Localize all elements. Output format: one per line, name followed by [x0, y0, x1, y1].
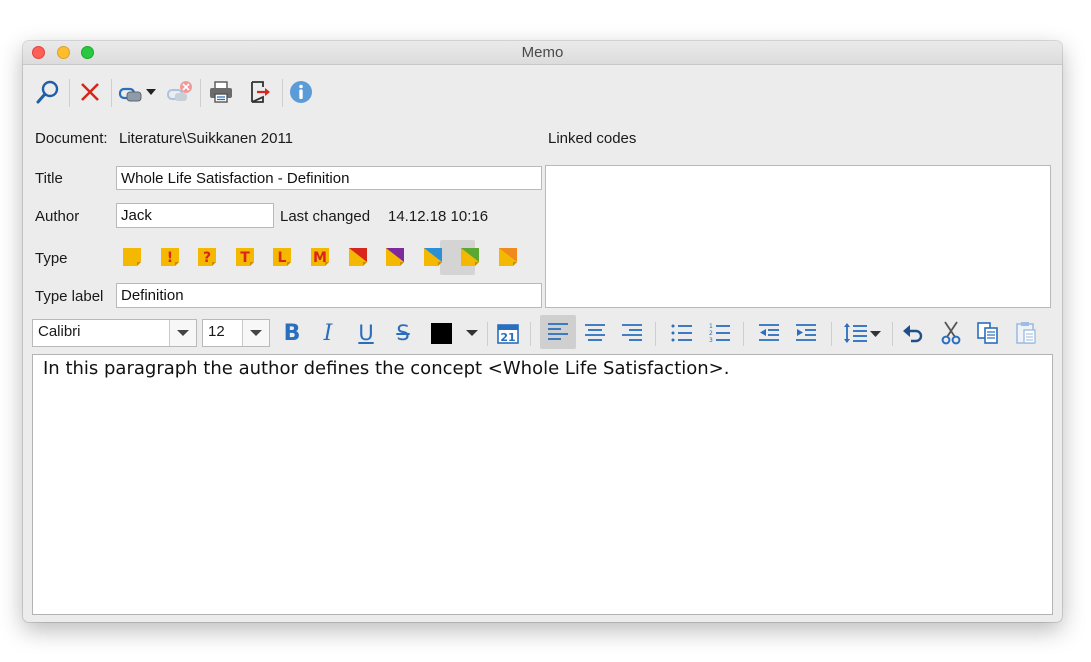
- insert-date-button[interactable]: 21: [493, 318, 523, 348]
- memo-text: In this paragraph the author defines the…: [43, 358, 730, 379]
- linked-codes-list[interactable]: [545, 165, 1051, 308]
- title-bar: Memo: [23, 41, 1062, 65]
- chevron-down-icon: [465, 330, 478, 336]
- line-spacing-icon: [844, 323, 881, 343]
- numbered-list-icon: 123: [709, 323, 730, 343]
- svg-text:1: 1: [709, 323, 713, 330]
- svg-text:21: 21: [500, 331, 515, 344]
- window-title: Memo: [521, 44, 564, 61]
- export-icon[interactable]: [245, 77, 275, 107]
- underline-icon: U: [358, 321, 374, 345]
- text-color-swatch: [430, 322, 452, 344]
- svg-text:L: L: [278, 250, 287, 266]
- paste-button[interactable]: [1011, 318, 1041, 348]
- decrease-indent-button[interactable]: [754, 318, 784, 348]
- memo-type-exclamation-icon[interactable]: !: [159, 246, 181, 268]
- memo-type-m-icon[interactable]: M: [309, 246, 331, 268]
- svg-text:3: 3: [709, 337, 713, 343]
- bold-icon: B: [283, 320, 301, 346]
- link-icon[interactable]: [117, 77, 161, 107]
- author-label: Author: [35, 208, 80, 225]
- copy-icon: [977, 322, 998, 344]
- svg-text:!: !: [167, 250, 173, 266]
- line-spacing-button[interactable]: [841, 318, 885, 348]
- copy-button[interactable]: [973, 318, 1003, 348]
- chevron-down-icon: [242, 320, 269, 346]
- font-size-select[interactable]: 12: [202, 319, 270, 347]
- last-changed-label: Last changed: [280, 208, 371, 225]
- title-label: Title: [35, 170, 63, 187]
- memo-text-editor[interactable]: In this paragraph the author defines the…: [32, 354, 1053, 615]
- title-input[interactable]: Whole Life Satisfaction - Definition: [116, 166, 542, 190]
- strikethrough-icon: S: [396, 321, 410, 345]
- paste-icon: [1016, 322, 1036, 344]
- svg-text:M: M: [313, 250, 327, 266]
- svg-text:2: 2: [709, 330, 713, 337]
- type-label: Type: [35, 250, 68, 267]
- undo-icon: [903, 325, 923, 343]
- memo-window: Memo Document: Literature\Suikkanen 2011…: [23, 41, 1062, 622]
- scissors-icon: [941, 321, 961, 345]
- info-icon[interactable]: [286, 77, 316, 107]
- memo-type-question-icon[interactable]: ?: [196, 246, 218, 268]
- align-left-icon: [548, 323, 568, 340]
- svg-text:T: T: [240, 250, 250, 266]
- align-right-icon: [622, 324, 642, 341]
- delete-icon[interactable]: [75, 77, 105, 107]
- type-label-input[interactable]: Definition: [116, 283, 542, 308]
- document-path: Literature\Suikkanen 2011: [119, 130, 294, 147]
- bullet-list-button[interactable]: [667, 318, 697, 348]
- memo-type-blue-icon[interactable]: [422, 246, 444, 268]
- italic-button[interactable]: I: [313, 318, 343, 348]
- type-label-label: Type label: [35, 288, 104, 305]
- strikethrough-button[interactable]: S: [388, 318, 418, 348]
- print-icon[interactable]: [205, 77, 237, 107]
- align-center-icon: [585, 324, 605, 341]
- cut-button[interactable]: [936, 318, 966, 348]
- underline-button[interactable]: U: [351, 318, 381, 348]
- font-select[interactable]: Calibri: [32, 319, 197, 347]
- memo-type-green-icon[interactable]: [459, 246, 481, 268]
- author-input[interactable]: Jack: [116, 203, 274, 228]
- align-center-button[interactable]: [580, 318, 610, 348]
- memo-type-red-icon[interactable]: [347, 246, 369, 268]
- align-left-button[interactable]: [540, 315, 576, 349]
- italic-icon: I: [323, 320, 333, 346]
- memo-type-orange-icon[interactable]: [497, 246, 519, 268]
- document-label: Document:: [35, 130, 108, 147]
- memo-type-plain-icon[interactable]: [121, 246, 143, 268]
- align-right-button[interactable]: [617, 318, 647, 348]
- memo-type-purple-icon[interactable]: [384, 246, 406, 268]
- last-changed-value: 14.12.18 10:16: [388, 208, 489, 225]
- undo-button[interactable]: [898, 318, 928, 348]
- svg-text:?: ?: [203, 250, 211, 266]
- numbered-list-button[interactable]: 123: [705, 318, 735, 348]
- increase-indent-button[interactable]: [791, 318, 821, 348]
- font-select-value: Calibri: [38, 323, 81, 340]
- search-icon[interactable]: [33, 77, 63, 107]
- indent-icon: [796, 324, 816, 341]
- linked-codes-label: Linked codes: [548, 130, 637, 147]
- chevron-down-icon: [169, 320, 196, 346]
- memo-type-t-icon[interactable]: T: [234, 246, 256, 268]
- font-size-value: 12: [208, 323, 225, 340]
- bold-button[interactable]: B: [277, 318, 307, 348]
- unlink-icon[interactable]: [163, 77, 195, 107]
- memo-type-l-icon[interactable]: L: [271, 246, 293, 268]
- text-color-button[interactable]: [427, 318, 481, 348]
- outdent-icon: [759, 324, 779, 341]
- calendar-icon: 21: [497, 324, 519, 344]
- bullet-list-icon: [671, 324, 692, 342]
